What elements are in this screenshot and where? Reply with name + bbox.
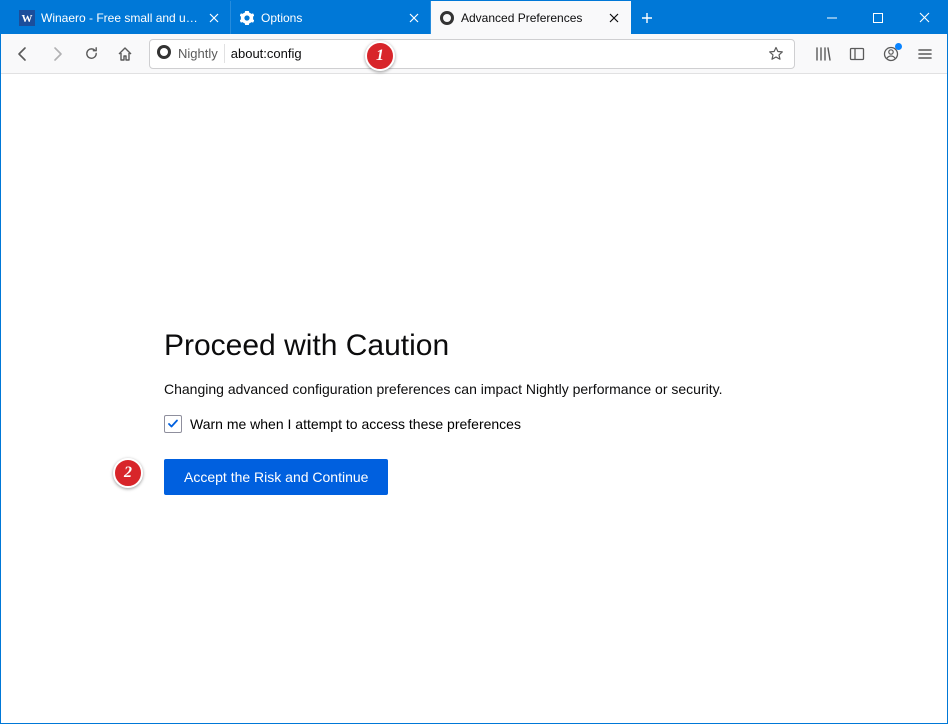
firefox-brand-icon (156, 44, 172, 63)
svg-text:W: W (22, 13, 33, 25)
warn-checkbox-row[interactable]: Warn me when I attempt to access these p… (164, 415, 784, 433)
maximize-button[interactable] (855, 1, 901, 34)
page-content: Proceed with Caution Changing advanced c… (1, 74, 947, 723)
tab-advanced-preferences[interactable]: Advanced Preferences (431, 1, 631, 34)
urlbar-identity[interactable]: Nightly (156, 44, 225, 63)
winaero-favicon: W (19, 10, 35, 26)
firefox-icon (439, 10, 455, 26)
url-bar[interactable]: Nightly (149, 39, 795, 69)
minimize-button[interactable] (809, 1, 855, 34)
page-title: Proceed with Caution (164, 329, 784, 363)
sidebar-icon[interactable] (841, 38, 873, 70)
reload-button[interactable] (75, 38, 107, 70)
close-window-button[interactable] (901, 1, 947, 34)
checkbox-label: Warn me when I attempt to access these p… (190, 416, 521, 432)
gear-icon (239, 10, 255, 26)
tab-options[interactable]: Options (231, 1, 431, 34)
menu-icon[interactable] (909, 38, 941, 70)
urlbar-identity-label: Nightly (178, 46, 218, 61)
account-icon[interactable] (875, 38, 907, 70)
annotation-badge-1: 1 (365, 41, 395, 71)
accept-risk-button[interactable]: Accept the Risk and Continue (164, 459, 388, 495)
close-icon[interactable] (406, 10, 422, 26)
forward-button[interactable] (41, 38, 73, 70)
title-bar: W Winaero - Free small and usef… Options… (1, 1, 947, 34)
tab-winaero[interactable]: W Winaero - Free small and usef… (11, 1, 231, 34)
close-icon[interactable] (606, 10, 622, 26)
window-controls (809, 1, 947, 34)
home-button[interactable] (109, 38, 141, 70)
page-description: Changing advanced configuration preferen… (164, 381, 784, 397)
tab-label: Options (261, 11, 400, 25)
toolbar: Nightly (1, 34, 947, 74)
library-icon[interactable] (807, 38, 839, 70)
back-button[interactable] (7, 38, 39, 70)
bookmark-star-icon[interactable] (764, 42, 788, 66)
tab-label: Advanced Preferences (461, 11, 600, 25)
url-input[interactable] (231, 46, 758, 61)
tab-label: Winaero - Free small and usef… (41, 11, 200, 25)
checkbox-checked-icon (164, 415, 182, 433)
notification-dot (895, 43, 902, 50)
new-tab-button[interactable] (631, 1, 663, 34)
close-icon[interactable] (206, 10, 222, 26)
annotation-badge-2: 2 (113, 458, 143, 488)
